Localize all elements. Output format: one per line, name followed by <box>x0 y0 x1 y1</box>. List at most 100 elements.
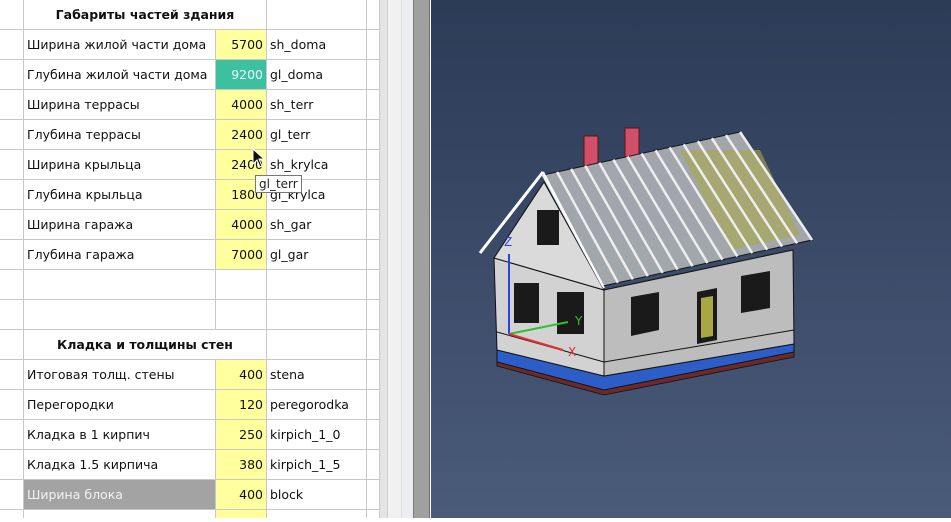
cell-a[interactable] <box>0 480 24 510</box>
param-alias[interactable]: kirpich_1_0 <box>267 420 367 450</box>
chimney <box>624 127 640 159</box>
cell-a[interactable] <box>0 120 24 150</box>
param-label[interactable]: Кладка 1.5 кирпича <box>24 450 216 480</box>
param-value[interactable]: 5700 <box>216 30 267 60</box>
cell-a[interactable] <box>0 0 24 30</box>
param-alias[interactable]: gl_terr <box>267 120 367 150</box>
param-alias[interactable]: sh_gar <box>267 210 367 240</box>
param-label[interactable]: Глубина крыльца <box>24 180 216 210</box>
cell-e[interactable] <box>367 60 380 90</box>
cell-e[interactable] <box>367 180 380 210</box>
param-label[interactable]: Ширина жилой части дома <box>24 30 216 60</box>
param-alias[interactable] <box>267 330 367 360</box>
cell-a[interactable] <box>0 450 24 480</box>
cell-e[interactable] <box>367 150 380 180</box>
cell-a[interactable] <box>0 90 24 120</box>
splitter-handle[interactable] <box>413 0 430 518</box>
table-row: Кладка в 1 кирпич 250 kirpich_1_0 <box>0 420 380 450</box>
param-alias[interactable]: kirpich_1_5 <box>267 450 367 480</box>
spreadsheet[interactable]: Габариты частей здания Ширина жилой части… <box>0 0 380 518</box>
cell-e[interactable] <box>367 90 380 120</box>
param-label[interactable]: Кладка в 1 кирпич <box>24 420 216 450</box>
param-label[interactable]: Глубина террасы <box>24 120 216 150</box>
cell-e[interactable] <box>367 450 380 480</box>
param-alias[interactable] <box>267 270 367 300</box>
param-value[interactable] <box>216 510 267 518</box>
param-alias[interactable]: gl_gar <box>267 240 367 270</box>
param-value[interactable]: 2400 <box>216 120 267 150</box>
param-label[interactable] <box>24 510 216 518</box>
sheet-scrollbar[interactable] <box>380 0 388 518</box>
param-label[interactable] <box>24 300 216 330</box>
panel-divider[interactable] <box>402 0 413 518</box>
cell-a[interactable] <box>0 30 24 60</box>
cell-a[interactable] <box>0 60 24 90</box>
param-label[interactable]: Итоговая толщ. стены <box>24 360 216 390</box>
cell-a[interactable] <box>0 360 24 390</box>
cell-a[interactable] <box>0 210 24 240</box>
param-value[interactable] <box>216 270 267 300</box>
param-alias[interactable] <box>267 300 367 330</box>
param-value[interactable]: 7000 <box>216 240 267 270</box>
panel-divider[interactable] <box>388 0 402 518</box>
cell-e[interactable] <box>367 120 380 150</box>
section-header[interactable]: Кладка и толщины стен <box>24 330 267 360</box>
table-row: Перегородки 120 peregorodka <box>0 390 380 420</box>
param-value[interactable]: 400 <box>216 480 267 510</box>
param-label[interactable]: Перегородки <box>24 390 216 420</box>
section-header-row: Кладка и толщины стен <box>0 330 380 360</box>
param-label[interactable]: Глубина гаража <box>24 240 216 270</box>
cell-a[interactable] <box>0 330 24 360</box>
param-alias[interactable] <box>267 510 367 518</box>
param-alias[interactable]: stena <box>267 360 367 390</box>
cell-e[interactable] <box>367 270 380 300</box>
cell-a[interactable] <box>0 390 24 420</box>
param-label[interactable]: Ширина гаража <box>24 210 216 240</box>
param-label[interactable]: Ширина террасы <box>24 90 216 120</box>
section-header[interactable]: Габариты частей здания <box>24 0 267 30</box>
cell-e[interactable] <box>367 390 380 420</box>
cell-e[interactable] <box>367 480 380 510</box>
param-label[interactable]: Ширина блока <box>24 480 216 510</box>
cell-e[interactable] <box>367 240 380 270</box>
table-row: Ширина гаража 4000 sh_gar <box>0 210 380 240</box>
table-row: Глубина крыльца 1800 gl_krylca <box>0 180 380 210</box>
cell-e[interactable] <box>367 360 380 390</box>
param-value[interactable]: 9200 <box>216 60 267 90</box>
param-label[interactable]: Ширина крыльца <box>24 150 216 180</box>
cell-e[interactable] <box>367 330 380 360</box>
param-label[interactable]: Глубина жилой части дома <box>24 60 216 90</box>
param-alias[interactable]: peregorodka <box>267 390 367 420</box>
cell-a[interactable] <box>0 150 24 180</box>
x-axis-label: X <box>568 345 576 359</box>
param-value[interactable] <box>216 300 267 330</box>
cell-a[interactable] <box>0 510 24 518</box>
param-alias[interactable]: sh_terr <box>267 90 367 120</box>
cell-e[interactable] <box>367 0 380 30</box>
cell-e[interactable] <box>367 420 380 450</box>
param-value[interactable]: 380 <box>216 450 267 480</box>
param-value[interactable]: 250 <box>216 420 267 450</box>
param-value[interactable]: 4000 <box>216 210 267 240</box>
cell-e[interactable] <box>367 300 380 330</box>
cell-a[interactable] <box>0 270 24 300</box>
cell-a[interactable] <box>0 300 24 330</box>
param-label[interactable] <box>24 270 216 300</box>
cell-a[interactable] <box>0 180 24 210</box>
cell-e[interactable] <box>367 210 380 240</box>
cell-e[interactable] <box>367 510 380 518</box>
param-value[interactable]: 400 <box>216 360 267 390</box>
cell-e[interactable] <box>367 30 380 60</box>
3d-viewport[interactable]: Z Y X <box>431 0 951 518</box>
table-row: Глубина жилой части дома 9200 gl_doma <box>0 60 380 90</box>
table-row <box>0 300 380 330</box>
param-alias[interactable]: sh_doma <box>267 30 367 60</box>
cell-a[interactable] <box>0 420 24 450</box>
param-value[interactable]: 120 <box>216 390 267 420</box>
param-alias[interactable] <box>267 0 367 30</box>
param-alias[interactable]: gl_doma <box>267 60 367 90</box>
cell-a[interactable] <box>0 240 24 270</box>
param-value[interactable]: 4000 <box>216 90 267 120</box>
param-alias[interactable]: block <box>267 480 367 510</box>
chimney <box>583 135 599 167</box>
